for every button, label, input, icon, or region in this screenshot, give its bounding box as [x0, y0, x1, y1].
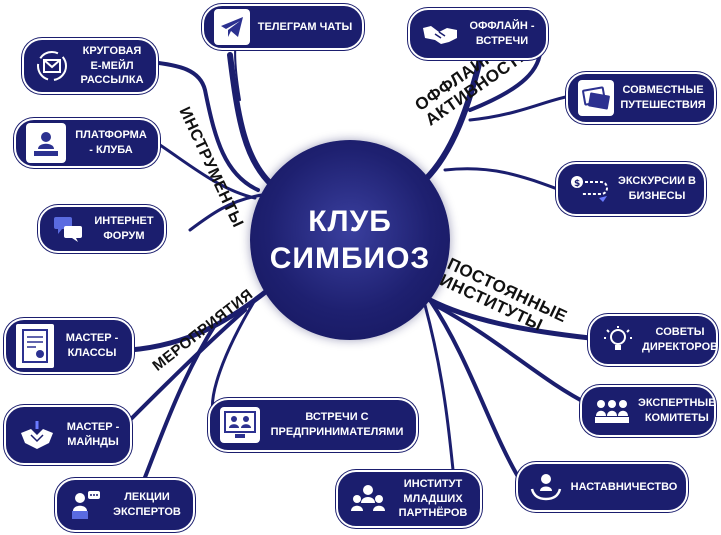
node-offline-meetings[interactable]: ОФФЛАЙН - ВСТРЕЧИ	[408, 8, 548, 60]
tickets-icon	[578, 80, 614, 116]
node-expert-lectures[interactable]: ЛЕКЦИИ ЭКСПЕРТОВ	[55, 478, 195, 532]
node-label: ТЕЛЕГРАМ ЧАТЫ	[257, 20, 353, 33]
node-entrepreneur-meetings[interactable]: ВСТРЕЧИ С ПРЕДПРИНИМАТЕЛЯМИ	[208, 398, 418, 452]
hands-person-icon	[528, 469, 564, 505]
node-expert-committees[interactable]: ЭКСПЕРТНЫЕ КОМИТЕТЫ	[580, 385, 716, 437]
node-mastermind[interactable]: МАСТЕР - МАЙНДЫ	[4, 405, 132, 465]
node-email-newsletter[interactable]: КРУГОВАЯ Е-МЕЙЛ РАССЫЛКА	[22, 38, 158, 94]
node-label: МАСТЕР - КЛАССЫ	[65, 332, 119, 359]
email-cycle-icon	[34, 48, 70, 84]
center-title-line1: КЛУБ	[308, 204, 392, 238]
center-title-line2: СИМБИОЗ	[269, 242, 431, 275]
node-telegram-chats[interactable]: ТЕЛЕГРАМ ЧАТЫ	[202, 4, 364, 50]
node-label: ИНТЕРНЕТ ФОРУМ	[94, 215, 154, 242]
team-icon	[348, 481, 388, 517]
node-label: ПЛАТФОРМА - КЛУБА	[75, 129, 147, 156]
telegram-icon	[214, 9, 250, 45]
certificate-icon	[16, 324, 54, 368]
lightbulb-icon	[600, 322, 636, 358]
node-label: СОВМЕСТНЫЕ ПУТЕШЕСТВИЯ	[620, 84, 706, 111]
node-label: КРУГОВАЯ Е-МЕЙЛ РАССЫЛКА	[80, 44, 144, 87]
node-internet-forum[interactable]: ИНТЕРНЕТ ФОРУМ	[38, 205, 166, 253]
node-boards-of-directors[interactable]: СОВЕТЫ ДИРЕКТОРОВ	[588, 314, 718, 366]
club-center-circle: КЛУБ СИМБИОЗ	[250, 140, 450, 340]
node-mentoring[interactable]: НАСТАВНИЧЕСТВО	[516, 462, 688, 512]
group-icon	[592, 393, 632, 429]
handshake-icon	[420, 16, 460, 52]
node-label: ЛЕКЦИИ ЭКСПЕРТОВ	[113, 491, 181, 518]
node-masterclasses[interactable]: МАСТЕР - КЛАССЫ	[4, 318, 134, 374]
node-label: ОФФЛАЙН - ВСТРЕЧИ	[469, 20, 535, 47]
node-label: ИНСТИТУТ МЛАДШИХ ПАРТНЁРОВ	[398, 477, 468, 520]
node-label: МАСТЕР - МАЙНДЫ	[66, 421, 120, 448]
node-joint-travel[interactable]: СОВМЕСТНЫЕ ПУТЕШЕСТВИЯ	[566, 72, 716, 124]
video-meeting-icon	[220, 407, 260, 443]
node-business-excursions[interactable]: $ ЭКСКУРСИИ В БИЗНЕСЫ	[556, 162, 706, 216]
node-label: НАСТАВНИЧЕСТВО	[570, 480, 678, 493]
speaker-icon	[67, 487, 103, 523]
hands-together-icon	[16, 417, 58, 453]
node-label: ЭКСКУРСИИ В БИЗНЕСЫ	[618, 175, 696, 202]
node-label: ВСТРЕЧИ С ПРЕДПРИНИМАТЕЛЯМИ	[270, 411, 404, 438]
node-label: СОВЕТЫ ДИРЕКТОРОВ	[642, 326, 719, 353]
route-icon: $	[568, 171, 612, 207]
node-junior-partners-institute[interactable]: ИНСТИТУТ МЛАДШИХ ПАРТНЁРОВ	[336, 470, 482, 528]
svg-text:$: $	[574, 179, 580, 189]
node-label: ЭКСПЕРТНЫЕ КОМИТЕТЫ	[638, 397, 716, 424]
chat-bubbles-icon	[50, 211, 86, 247]
profile-card-icon	[26, 123, 66, 163]
node-club-platform[interactable]: ПЛАТФОРМА - КЛУБА	[14, 118, 160, 168]
